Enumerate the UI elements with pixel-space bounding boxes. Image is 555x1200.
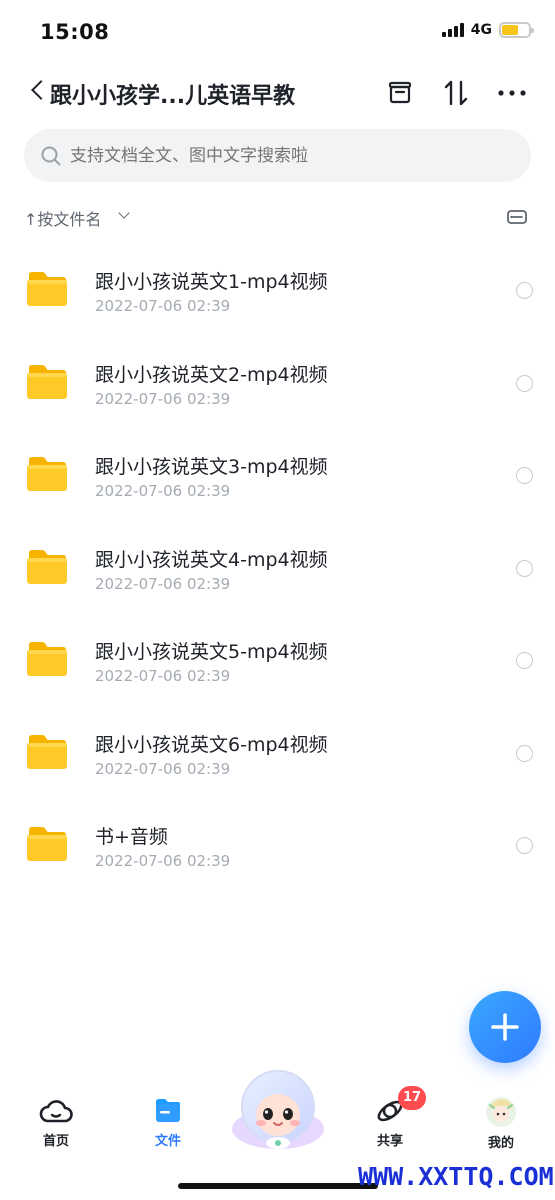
sort-by-name-button[interactable]: ↑按文件名 <box>24 206 101 230</box>
nav-mine[interactable]: 我的 <box>461 1096 541 1151</box>
select-checkbox[interactable] <box>516 282 533 299</box>
search-icon <box>41 146 61 165</box>
select-checkbox[interactable] <box>516 467 533 484</box>
signal-icon <box>441 23 464 37</box>
status-time: 15:08 <box>40 20 110 44</box>
nav-files[interactable]: 文件 <box>128 1096 208 1149</box>
file-row[interactable]: 跟小小孩说英文3-mp4视频 2022-07-06 02:39 <box>0 425 555 518</box>
cloud-icon <box>39 1100 73 1123</box>
folder-icon <box>27 827 67 861</box>
sort-button[interactable] <box>439 76 473 110</box>
select-checkbox[interactable] <box>516 652 533 669</box>
nav-share[interactable]: 17 共享 <box>350 1086 430 1149</box>
network-label: 4G <box>470 22 492 38</box>
plus-icon <box>491 1013 519 1041</box>
file-date: 2022-07-06 02:39 <box>95 482 231 500</box>
avatar-icon <box>486 1097 516 1127</box>
nav-files-label: 文件 <box>154 1134 181 1149</box>
folder-icon <box>156 1099 180 1122</box>
add-button[interactable] <box>469 991 541 1063</box>
file-list: 跟小小孩说英文1-mp4视频 2022-07-06 02:39 跟小小孩说英文2… <box>0 240 555 888</box>
search-input[interactable] <box>70 145 490 166</box>
file-date: 2022-07-06 02:39 <box>95 574 231 593</box>
file-date: 2022-07-06 02:39 <box>95 297 231 315</box>
archive-button[interactable] <box>383 76 417 110</box>
file-row[interactable]: 跟小小孩说英文5-mp4视频 2022-07-06 02:39 <box>0 610 555 703</box>
mascot-icon[interactable] <box>230 1067 326 1153</box>
sort-icon <box>444 80 468 106</box>
file-name: 跟小小孩说英文5-mp4视频 <box>95 641 328 663</box>
file-name: 书+音频 <box>95 826 168 848</box>
file-name: 跟小小孩说英文4-mp4视频 <box>95 548 328 571</box>
select-checkbox[interactable] <box>516 744 533 762</box>
file-date: 2022-07-06 02:39 <box>95 667 231 685</box>
header: 跟小小孩学...儿英语早教 <box>0 70 555 120</box>
nav-share-label: 共享 <box>376 1134 403 1149</box>
folder-icon <box>27 364 67 399</box>
battery-icon <box>499 22 534 38</box>
sort-row: ↑按文件名 <box>24 204 531 232</box>
file-row[interactable]: 书+音频 2022-07-06 02:39 <box>0 795 555 888</box>
status-bar: 15:08 4G <box>0 0 555 66</box>
nav-home[interactable]: 首页 <box>16 1096 96 1149</box>
file-name: 跟小小孩说英文2-mp4视频 <box>95 363 328 386</box>
file-row[interactable]: 跟小小孩说英文1-mp4视频 2022-07-06 02:39 <box>0 240 555 333</box>
search-bar[interactable] <box>24 129 531 182</box>
file-date: 2022-07-06 02:39 <box>95 759 231 778</box>
folder-icon <box>27 642 67 676</box>
page-title: 跟小小孩学...儿英语早教 <box>50 84 296 109</box>
file-date: 2022-07-06 02:39 <box>95 389 231 408</box>
nav-home-label: 首页 <box>42 1134 69 1149</box>
select-checkbox[interactable] <box>516 559 533 577</box>
back-icon[interactable] <box>31 80 51 100</box>
archive-icon <box>388 81 412 104</box>
status-indicators: 4G <box>441 22 534 38</box>
more-icon <box>498 90 526 96</box>
watermark: WWW.XXTTQ.COM <box>358 1162 554 1191</box>
file-name: 跟小小孩说英文6-mp4视频 <box>95 733 328 756</box>
file-row[interactable]: 跟小小孩说英文6-mp4视频 2022-07-06 02:39 <box>0 703 555 796</box>
file-date: 2022-07-06 02:39 <box>95 852 231 870</box>
file-row[interactable]: 跟小小孩说英文4-mp4视频 2022-07-06 02:39 <box>0 518 555 611</box>
folder-icon <box>27 272 67 306</box>
home-indicator <box>178 1183 378 1189</box>
file-name: 跟小小孩说英文1-mp4视频 <box>95 271 328 293</box>
more-button[interactable] <box>495 76 529 110</box>
chevron-down-icon[interactable] <box>118 207 130 219</box>
folder-icon <box>27 549 67 584</box>
list-view-icon[interactable] <box>507 209 527 225</box>
share-badge: 17 <box>398 1086 427 1110</box>
select-checkbox[interactable] <box>516 837 533 854</box>
folder-icon <box>27 457 67 491</box>
file-row[interactable]: 跟小小孩说英文2-mp4视频 2022-07-06 02:39 <box>0 333 555 426</box>
file-name: 跟小小孩说英文3-mp4视频 <box>95 456 328 478</box>
select-checkbox[interactable] <box>516 374 533 392</box>
nav-mine-label: 我的 <box>487 1136 514 1151</box>
folder-icon <box>27 734 67 769</box>
